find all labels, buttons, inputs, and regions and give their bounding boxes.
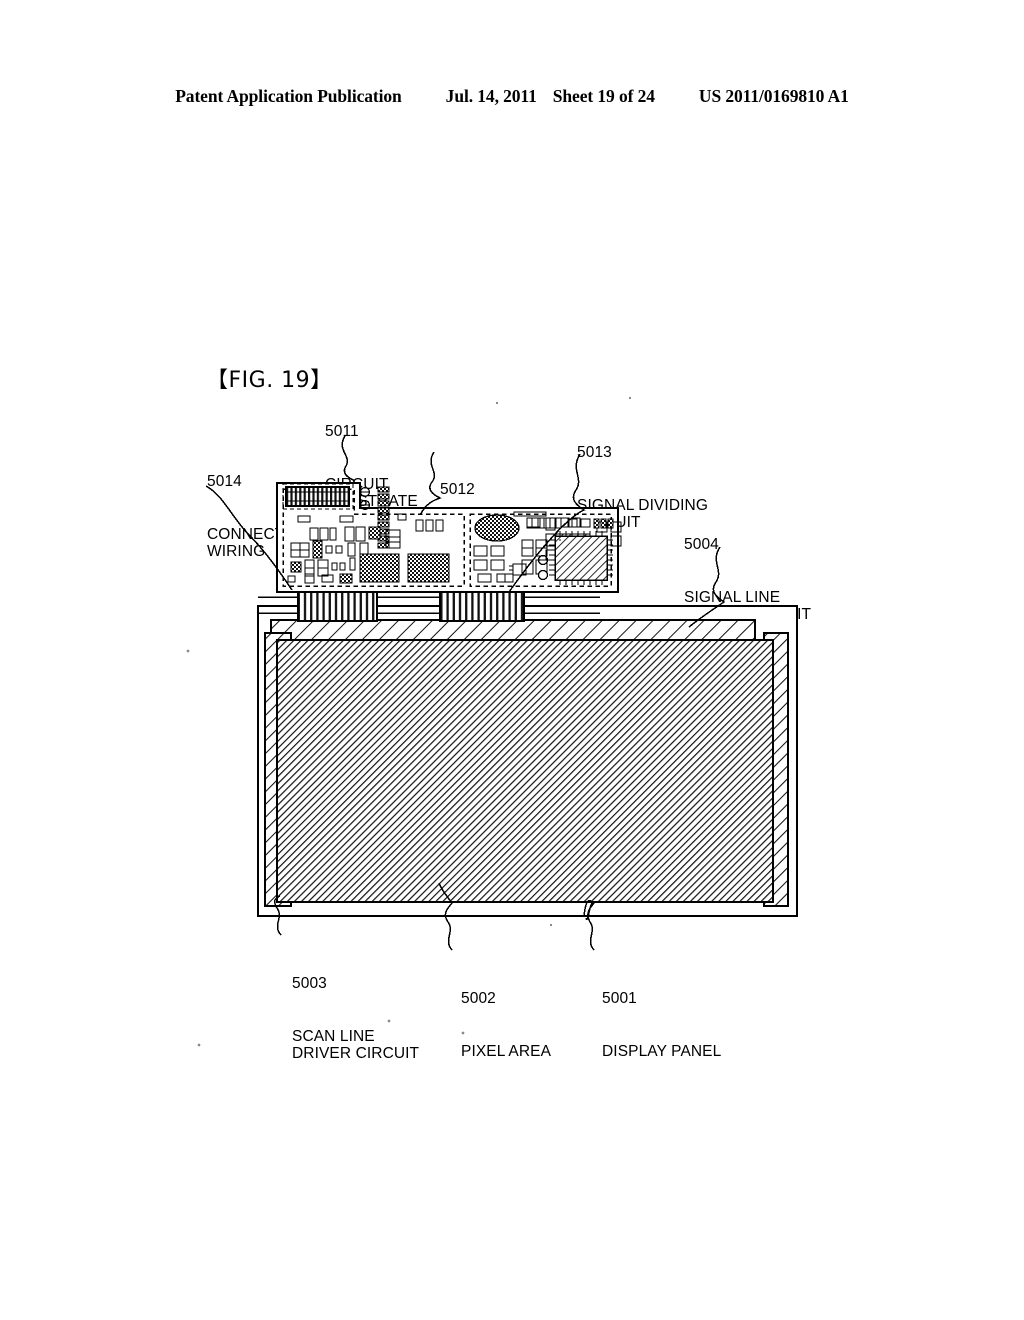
header-sheet: Sheet 19 of 24 <box>552 86 655 106</box>
figure-drawing <box>186 396 798 1047</box>
callout-5004: 5004 SIGNAL LINE DRIVER CIRCUIT <box>684 501 811 659</box>
leader-5001 <box>585 901 595 951</box>
patent-page: Patent Application Publication Jul. 14, … <box>0 0 1024 1320</box>
leader-5013 <box>508 453 586 593</box>
callout-5001-text: DISPLAY PANEL <box>602 1042 722 1060</box>
callout-5012-text: CONTROL CIRCUIT <box>440 533 517 569</box>
leader-5002 <box>438 882 453 951</box>
callout-5001-number: 5001 <box>602 990 637 1007</box>
signal-line-driver-circuit-5004 <box>270 619 756 650</box>
leader-5003 <box>273 895 282 936</box>
ribbon-link <box>258 596 600 614</box>
scan-line-driver-circuit-right <box>763 632 789 907</box>
leader-5001-tail <box>583 899 595 917</box>
callout-5014: 5014 CONNECTION WIRING <box>207 438 312 596</box>
callout-5012: 5012 CONTROL CIRCUIT <box>440 446 516 604</box>
callout-5012-number: 5012 <box>440 481 475 498</box>
callout-5002-number: 5002 <box>461 990 496 1007</box>
callout-5011: 5011 CIRCUIT SUBSTRATE <box>325 388 418 546</box>
callout-5002-text: PIXEL AREA <box>461 1042 552 1060</box>
callout-5004-number: 5004 <box>684 536 719 553</box>
callout-5014-text: CONNECTION WIRING <box>207 525 313 561</box>
pixel-area-5002 <box>276 639 774 903</box>
callout-5011-text: CIRCUIT SUBSTRATE <box>325 475 418 511</box>
callout-5004-text: SIGNAL LINE DRIVER CIRCUIT <box>684 588 812 624</box>
header-patent-number: US 2011/0169810 A1 <box>698 86 849 106</box>
scan-line-driver-circuit-5003 <box>264 632 292 907</box>
callout-5013-number: 5013 <box>577 444 612 461</box>
callout-5011-number: 5011 <box>325 423 359 440</box>
header-publication: Patent Application Publication <box>175 86 402 106</box>
callout-5014-number: 5014 <box>207 473 242 490</box>
callout-5003-number: 5003 <box>292 975 327 992</box>
callout-5001: 5001 DISPLAY PANEL <box>602 955 721 1095</box>
header-date: Jul. 14, 2011 <box>445 86 537 106</box>
figure-label: 【FIG. 19】 <box>206 368 333 393</box>
callout-5003: 5003 SCAN LINE DRIVER CIRCUIT <box>292 940 419 1098</box>
page-header: Patent Application Publication Jul. 14, … <box>0 86 1024 107</box>
callout-5002: 5002 PIXEL AREA <box>461 955 551 1095</box>
callout-5003-text: SCAN LINE DRIVER CIRCUIT <box>292 1027 420 1063</box>
leader-5012 <box>419 451 442 516</box>
